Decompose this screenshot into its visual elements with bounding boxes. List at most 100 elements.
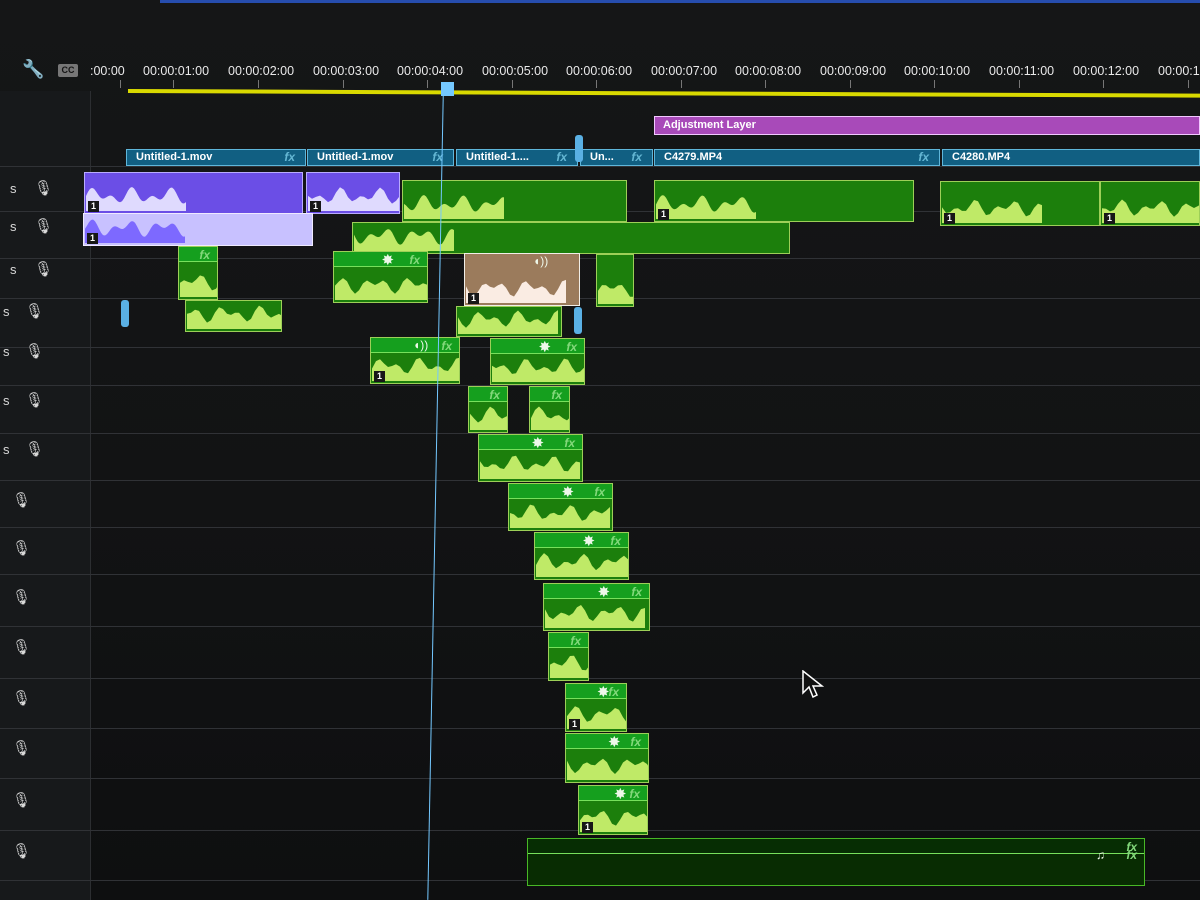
- video-clip[interactable]: Un... fx: [580, 149, 653, 166]
- audio-clip[interactable]: fx: [529, 386, 570, 433]
- video-clip[interactable]: Untitled-1.... fx: [456, 149, 578, 166]
- microphone-icon[interactable]: 🎙: [34, 217, 53, 235]
- microphone-icon[interactable]: 🎙: [34, 260, 53, 278]
- audio-clip[interactable]: fx ✸ 1: [578, 785, 648, 835]
- track-divider: [0, 385, 1200, 386]
- audio-clip[interactable]: fx ✸ 1: [565, 683, 627, 732]
- time-label: 00:00:03:00: [313, 64, 380, 78]
- fx-badge: fx: [564, 436, 575, 450]
- microphone-icon[interactable]: 🎙: [25, 302, 44, 320]
- star-effect-icon: ✸: [614, 786, 627, 803]
- audio-clip[interactable]: 1: [1100, 181, 1200, 226]
- wrench-icon[interactable]: 🔧: [22, 60, 44, 78]
- audio-clip-effect-bar: [549, 633, 588, 648]
- time-tick: [343, 80, 344, 88]
- fx-badge: fx: [489, 388, 500, 402]
- microphone-icon[interactable]: 🎙: [25, 342, 44, 360]
- star-effect-icon: ✸: [597, 584, 611, 601]
- clip-marker[interactable]: [574, 307, 582, 334]
- video-clip[interactable]: C4279.MP4 fx: [654, 149, 940, 166]
- microphone-icon[interactable]: 🎙: [12, 588, 31, 606]
- audio-clip[interactable]: 1: [306, 172, 400, 214]
- audio-waveform-icon: [335, 278, 427, 300]
- video-clip-label: Un...: [590, 151, 614, 163]
- audio-clip[interactable]: [185, 300, 282, 332]
- time-tick: [1188, 80, 1189, 88]
- microphone-icon[interactable]: 🎙: [34, 179, 53, 197]
- audio-clip[interactable]: fx ✸: [565, 733, 649, 783]
- audio-waveform-icon: [458, 310, 558, 334]
- video-clip-label: C4279.MP4: [664, 151, 723, 163]
- audio-clip[interactable]: fx: [178, 246, 218, 300]
- audio-clip[interactable]: ◖)) 1: [464, 253, 580, 306]
- fx-badge: fx: [409, 253, 420, 267]
- microphone-icon[interactable]: 🎙: [12, 491, 31, 509]
- solo-track-button[interactable]: s: [10, 262, 17, 277]
- audio-clip[interactable]: 1: [83, 213, 313, 246]
- fx-badge: fx: [629, 787, 640, 801]
- adjustment-layer-clip[interactable]: Adjustment Layer: [654, 116, 1200, 135]
- audio-waveform-icon: [550, 655, 588, 678]
- audio-clip[interactable]: fx: [468, 386, 508, 433]
- audio-waveform-icon: [598, 285, 633, 304]
- audio-clip[interactable]: [456, 306, 562, 337]
- microphone-icon[interactable]: 🎙: [12, 842, 31, 860]
- clip-marker[interactable]: [121, 300, 129, 327]
- solo-track-button[interactable]: s: [3, 442, 10, 457]
- closed-caption-button[interactable]: CC: [58, 64, 78, 77]
- microphone-icon[interactable]: 🎙: [12, 689, 31, 707]
- audio-clip[interactable]: fx: [548, 632, 589, 681]
- work-area-bar[interactable]: [128, 89, 1200, 98]
- audio-clip[interactable]: fx ✸: [333, 251, 428, 303]
- time-label: 00:00:11:00: [989, 64, 1055, 78]
- solo-track-button[interactable]: s: [3, 344, 10, 359]
- fx-badge: fx: [570, 634, 581, 648]
- time-label: 00:00:08:00: [735, 64, 802, 78]
- solo-track-button[interactable]: s: [10, 219, 17, 234]
- audio-waveform-icon: [536, 553, 628, 577]
- star-effect-icon: ✸: [608, 734, 621, 751]
- audio-clip[interactable]: fx ✸: [478, 434, 583, 482]
- time-label: 00:00:09:00: [820, 64, 887, 78]
- video-clip[interactable]: Untitled-1.mov fx: [126, 149, 306, 166]
- video-clip[interactable]: Untitled-1.mov fx: [307, 149, 454, 166]
- video-clip[interactable]: C4280.MP4: [942, 149, 1200, 166]
- audio-waveform-icon: [180, 275, 217, 297]
- cursor-icon: [802, 670, 824, 698]
- audio-clip[interactable]: fx ✸: [534, 532, 629, 580]
- fx-badge: fx: [284, 150, 295, 164]
- audio-clip[interactable]: [402, 180, 627, 222]
- star-effect-icon: ✸: [597, 684, 610, 701]
- audio-clip[interactable]: 1: [654, 180, 914, 222]
- audio-clip[interactable]: fx ◖)) 1: [370, 337, 460, 384]
- fx-badge: fx: [594, 485, 605, 499]
- solo-track-button[interactable]: s: [10, 181, 17, 196]
- audio-clip[interactable]: fx ✸: [543, 583, 650, 631]
- audio-clip[interactable]: fx ✸: [490, 338, 585, 385]
- audio-clip[interactable]: [596, 254, 634, 307]
- microphone-icon[interactable]: 🎙: [12, 539, 31, 557]
- microphone-icon[interactable]: 🎙: [12, 791, 31, 809]
- audio-clip[interactable]: fx ✸: [508, 483, 613, 531]
- microphone-icon[interactable]: 🎙: [25, 391, 44, 409]
- audio-clip[interactable]: 1: [940, 181, 1100, 226]
- audio-waveform-icon: [308, 187, 399, 211]
- audio-clip[interactable]: fx ♫ fx: [527, 838, 1145, 886]
- microphone-icon[interactable]: 🎙: [12, 638, 31, 656]
- video-editor-timeline: 🔧 CC :00:00 00:00:01:00 00:00:02:00 00:00:0…: [0, 0, 1200, 900]
- microphone-icon[interactable]: 🎙: [12, 739, 31, 757]
- star-effect-icon: ✸: [538, 339, 552, 356]
- clip-marker[interactable]: [575, 135, 583, 162]
- fx-badge: fx: [556, 150, 567, 164]
- time-label: 00:00:10:00: [904, 64, 971, 78]
- audio-clip[interactable]: 1: [84, 172, 303, 214]
- audio-clip-effect-bar: [528, 839, 1144, 854]
- fx-badge: fx: [918, 150, 929, 164]
- time-label: 00:00:05:00: [482, 64, 549, 78]
- audio-waveform-icon: [470, 406, 507, 430]
- audio-waveform-icon: [466, 279, 566, 303]
- solo-track-button[interactable]: s: [3, 304, 10, 319]
- microphone-icon[interactable]: 🎙: [25, 440, 44, 458]
- solo-track-button[interactable]: s: [3, 393, 10, 408]
- audio-clip[interactable]: [352, 222, 790, 254]
